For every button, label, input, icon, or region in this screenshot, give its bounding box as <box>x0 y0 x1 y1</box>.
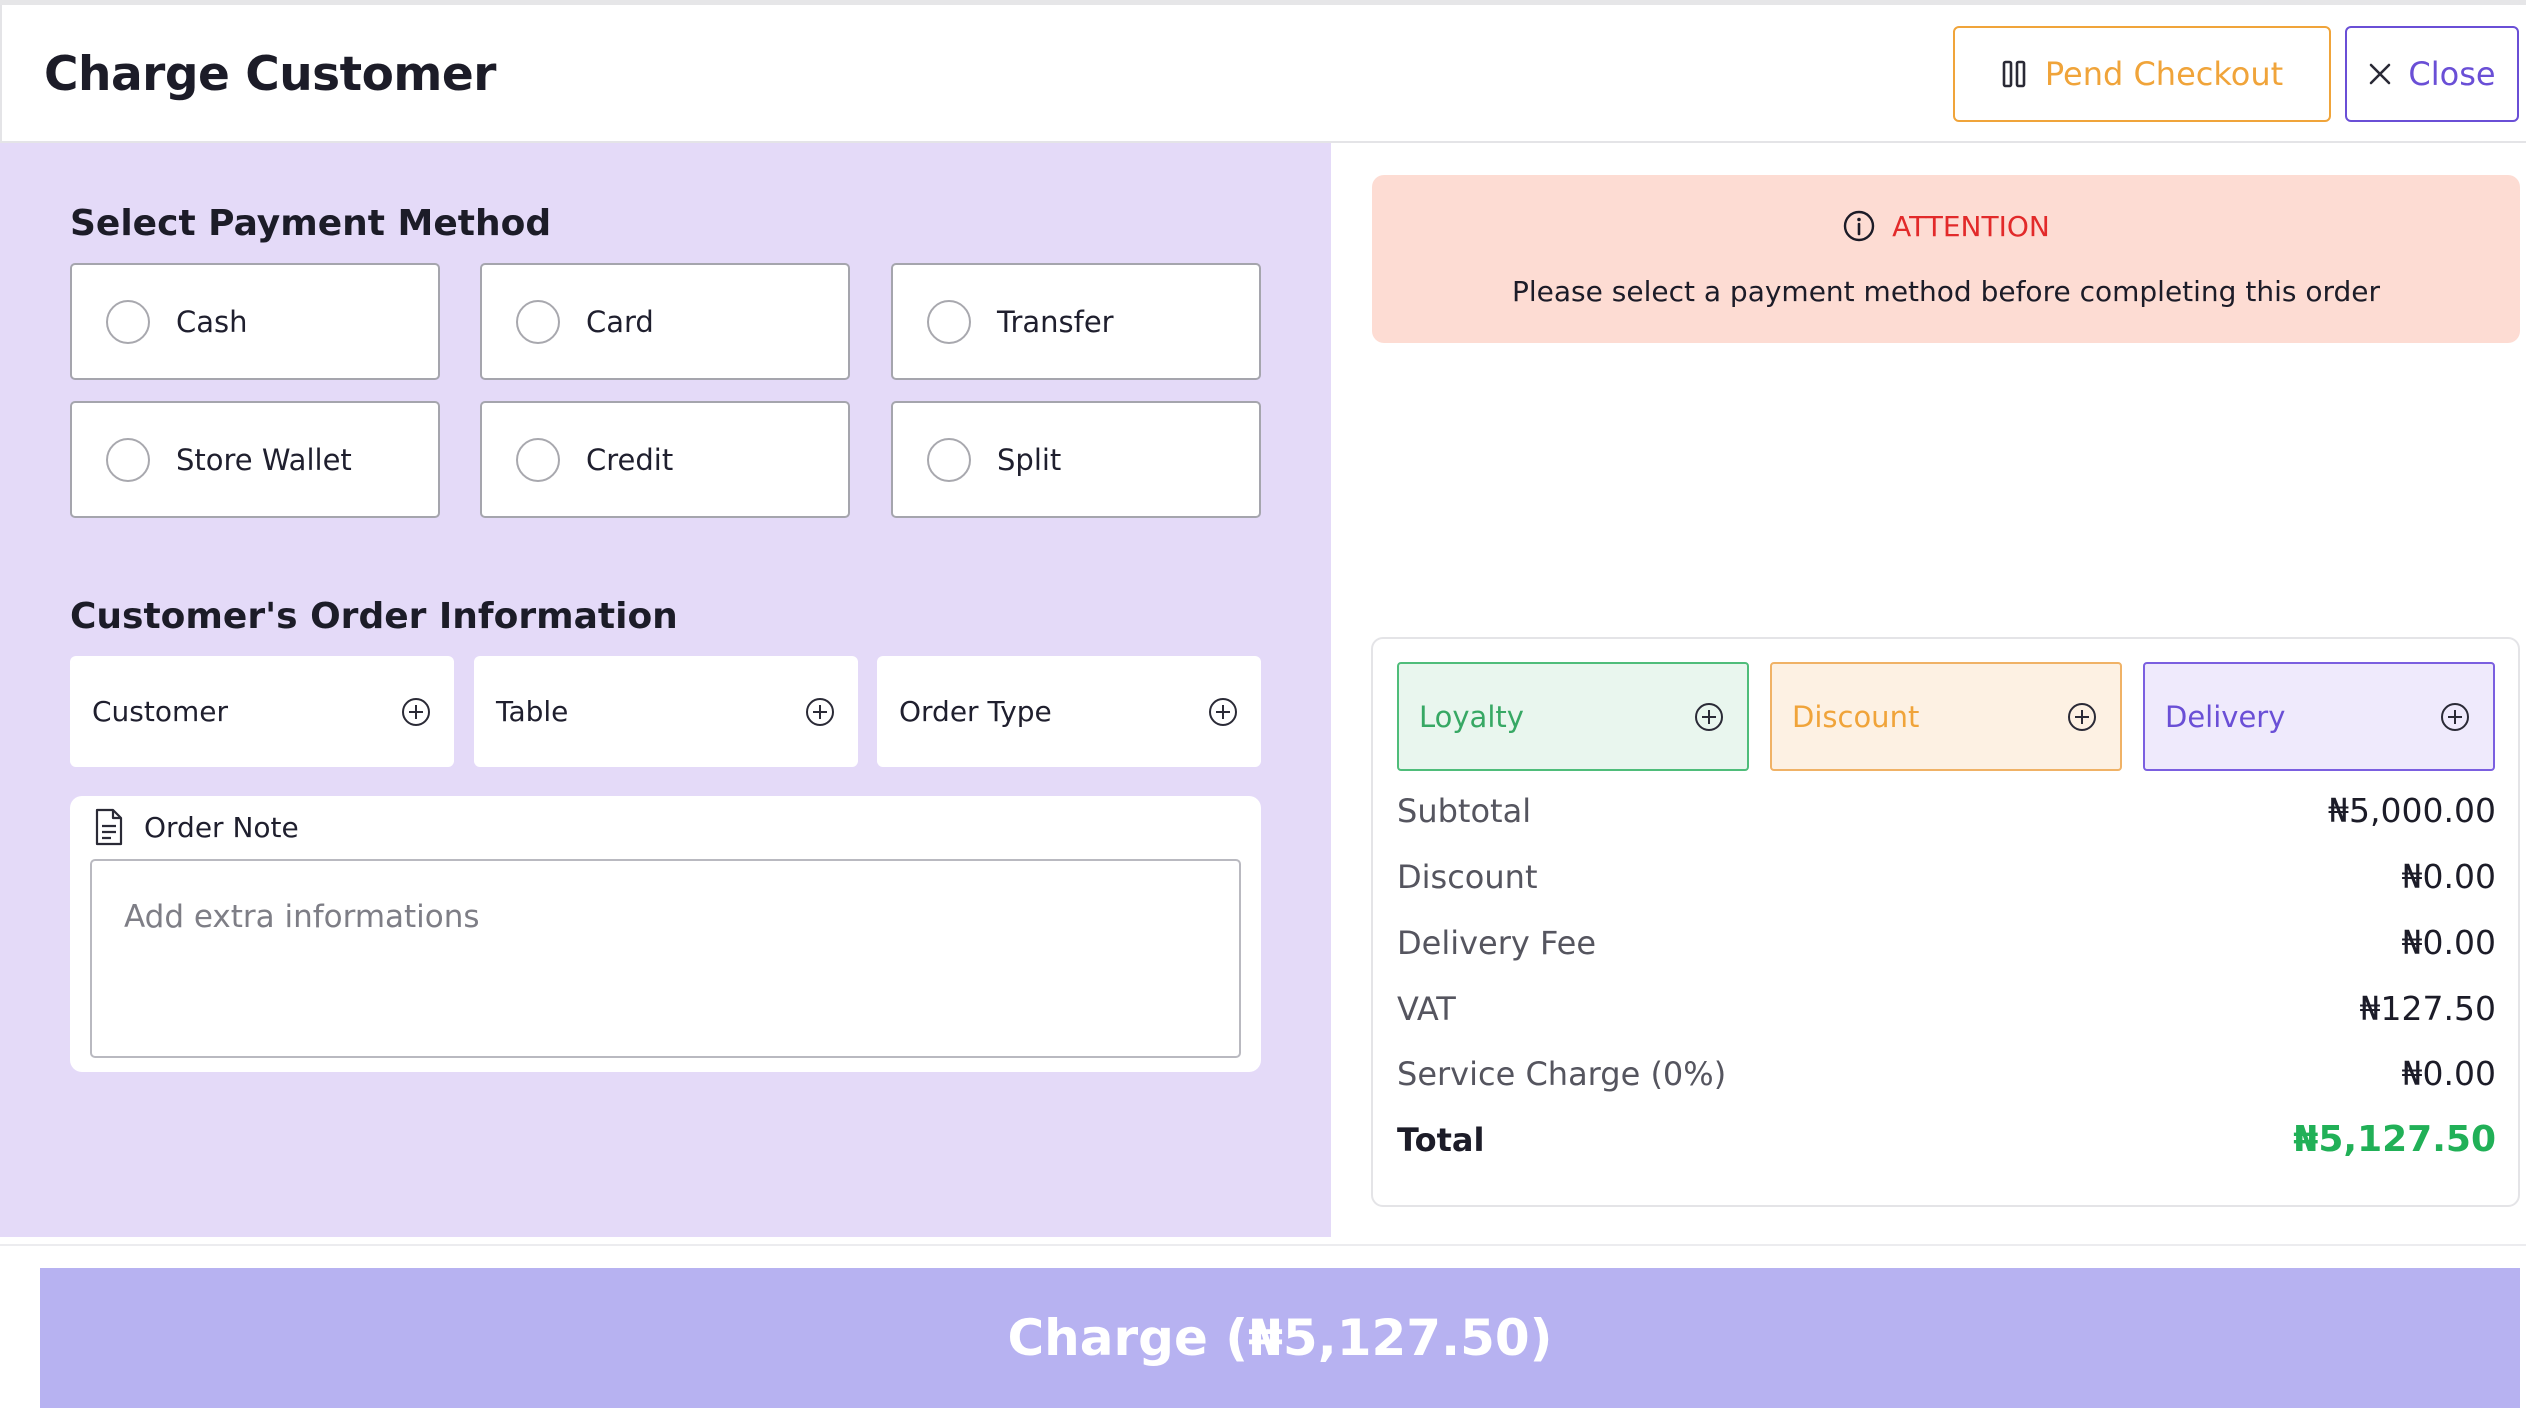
radio-button[interactable] <box>927 299 971 344</box>
payment-panel: Select Payment Method Cash Card Transfer… <box>0 143 1331 1237</box>
plus-circle-icon[interactable] <box>2439 701 2471 733</box>
summary-row-value: ₦0.00 <box>2401 923 2496 962</box>
customer-selector[interactable]: Customer <box>70 656 454 767</box>
plus-circle-icon[interactable] <box>400 696 432 728</box>
summary-row-label: Discount <box>1397 857 1538 896</box>
payment-option-label: Credit <box>586 442 674 477</box>
attention-alert: ATTENTION Please select a payment method… <box>1372 175 2520 343</box>
summary-row-label: Subtotal <box>1397 791 1532 830</box>
payment-option-transfer[interactable]: Transfer <box>891 263 1261 380</box>
discount-chip[interactable]: Discount <box>1770 662 2122 771</box>
close-icon <box>2368 62 2392 86</box>
payment-option-credit[interactable]: Credit <box>480 401 850 518</box>
pend-checkout-button[interactable]: Pend Checkout <box>1953 26 2331 122</box>
payment-option-store-wallet[interactable]: Store Wallet <box>70 401 440 518</box>
footer-divider <box>0 1244 2526 1246</box>
order-info-heading: Customer's Order Information <box>70 596 678 637</box>
summary-row-value: ₦127.50 <box>2359 989 2496 1028</box>
summary-row-vat: VAT ₦127.50 <box>1397 989 2496 1028</box>
order-note-card: Order Note <box>70 796 1261 1072</box>
payment-option-cash[interactable]: Cash <box>70 263 440 380</box>
summary-row-service-charge: Service Charge (0%) ₦0.00 <box>1397 1054 2496 1093</box>
summary-row-total: Total ₦5,127.50 <box>1397 1119 2496 1160</box>
summary-row-discount: Discount ₦0.00 <box>1397 857 2496 896</box>
order-type-label: Order Type <box>899 695 1052 728</box>
summary-row-subtotal: Subtotal ₦5,000.00 <box>1397 791 2496 830</box>
order-note-label: Order Note <box>144 810 299 844</box>
plus-circle-icon[interactable] <box>804 696 836 728</box>
summary-row-label: Delivery Fee <box>1397 923 1597 962</box>
discount-label: Discount <box>1792 699 1920 734</box>
header-bar: Charge Customer Pend Checkout Close <box>0 5 2526 143</box>
alert-header: ATTENTION <box>1372 209 2520 243</box>
order-type-selector[interactable]: Order Type <box>877 656 1261 767</box>
close-button[interactable]: Close <box>2345 26 2519 122</box>
document-icon <box>94 808 124 846</box>
summary-row-value: ₦0.00 <box>2401 1054 2496 1093</box>
radio-button[interactable] <box>927 437 971 482</box>
table-label: Table <box>496 695 569 728</box>
plus-circle-icon[interactable] <box>1207 696 1239 728</box>
radio-button[interactable] <box>106 299 150 344</box>
table-selector[interactable]: Table <box>474 656 858 767</box>
pend-checkout-label: Pend Checkout <box>2044 55 2284 93</box>
charge-button[interactable]: Charge (₦5,127.50) <box>40 1268 2520 1408</box>
page-title: Charge Customer <box>44 47 496 102</box>
delivery-chip[interactable]: Delivery <box>2143 662 2495 771</box>
order-summary-card: Loyalty Discount Delivery Subtotal ₦5,00… <box>1371 637 2520 1207</box>
plus-circle-icon[interactable] <box>2066 701 2098 733</box>
plus-circle-icon[interactable] <box>1693 701 1725 733</box>
summary-row-label: VAT <box>1397 989 1456 1028</box>
payment-option-label: Transfer <box>997 304 1114 339</box>
payment-option-label: Card <box>586 304 654 339</box>
radio-button[interactable] <box>516 437 560 482</box>
close-label: Close <box>2408 55 2496 93</box>
payment-method-heading: Select Payment Method <box>70 203 552 244</box>
summary-row-delivery-fee: Delivery Fee ₦0.00 <box>1397 923 2496 962</box>
loyalty-label: Loyalty <box>1419 699 1524 734</box>
total-label: Total <box>1397 1120 1485 1159</box>
summary-row-label: Service Charge (0%) <box>1397 1054 1727 1093</box>
payment-option-label: Cash <box>176 304 248 339</box>
radio-button[interactable] <box>106 437 150 482</box>
payment-option-label: Split <box>997 442 1062 477</box>
delivery-label: Delivery <box>2165 699 2286 734</box>
order-note-input[interactable] <box>90 859 1241 1058</box>
summary-row-value: ₦5,000.00 <box>2328 791 2496 830</box>
customer-label: Customer <box>92 695 229 728</box>
alert-message: Please select a payment method before co… <box>1512 275 2380 308</box>
payment-option-card[interactable]: Card <box>480 263 850 380</box>
pause-icon <box>2001 59 2027 89</box>
total-value: ₦5,127.50 <box>2293 1119 2496 1160</box>
payment-option-label: Store Wallet <box>176 442 352 477</box>
info-icon <box>1842 209 1876 243</box>
payment-option-split[interactable]: Split <box>891 401 1261 518</box>
alert-title: ATTENTION <box>1892 209 2050 243</box>
radio-button[interactable] <box>516 299 560 344</box>
summary-row-value: ₦0.00 <box>2401 857 2496 896</box>
loyalty-chip[interactable]: Loyalty <box>1397 662 1749 771</box>
order-note-header: Order Note <box>94 808 299 846</box>
